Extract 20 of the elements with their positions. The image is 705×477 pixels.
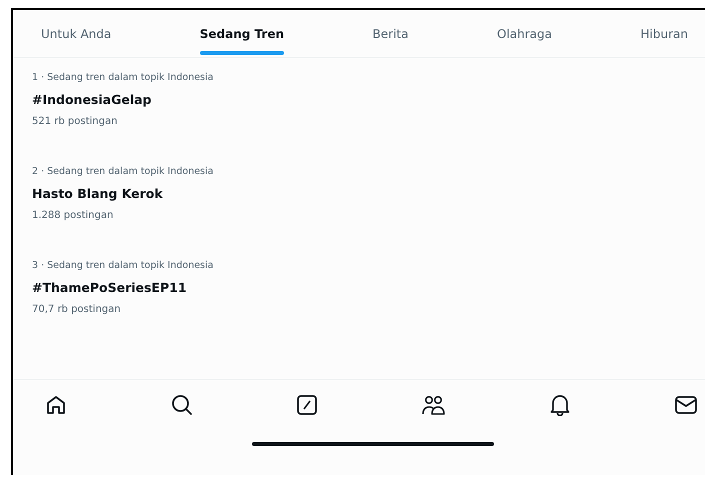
trend-context: 3 · Sedang tren dalam topik Indonesia: [32, 260, 214, 273]
mail-icon[interactable]: [674, 395, 697, 415]
trend-context: 1 · Sedang tren dalam topik Indonesia: [32, 72, 214, 85]
tab[interactable]: Berita: [372, 10, 408, 57]
trend-title[interactable]: #IndonesiaGelap: [32, 92, 705, 116]
tab[interactable]: Sedang Tren: [200, 10, 284, 57]
post-count: 70,7 rb postingan: [32, 304, 122, 315]
bell-icon[interactable]: [550, 394, 570, 416]
people-icon[interactable]: [422, 395, 446, 415]
tab[interactable]: Hiburan: [640, 10, 688, 57]
post-count: 1.288 postingan: [32, 210, 114, 221]
tab[interactable]: Olahraga: [497, 10, 552, 57]
trend-title[interactable]: Hasto Blang Kerok: [32, 186, 705, 210]
search-icon[interactable]: [170, 394, 193, 416]
compose-icon[interactable]: [297, 395, 318, 415]
trend-title[interactable]: #ThamePoSeriesEP11: [32, 280, 705, 304]
post-count: 521 rb postingan: [32, 116, 118, 127]
home-icon[interactable]: [46, 395, 66, 415]
tab[interactable]: Untuk Anda: [41, 10, 112, 57]
trend-context: 2 · Sedang tren dalam topik Indonesia: [32, 166, 214, 179]
